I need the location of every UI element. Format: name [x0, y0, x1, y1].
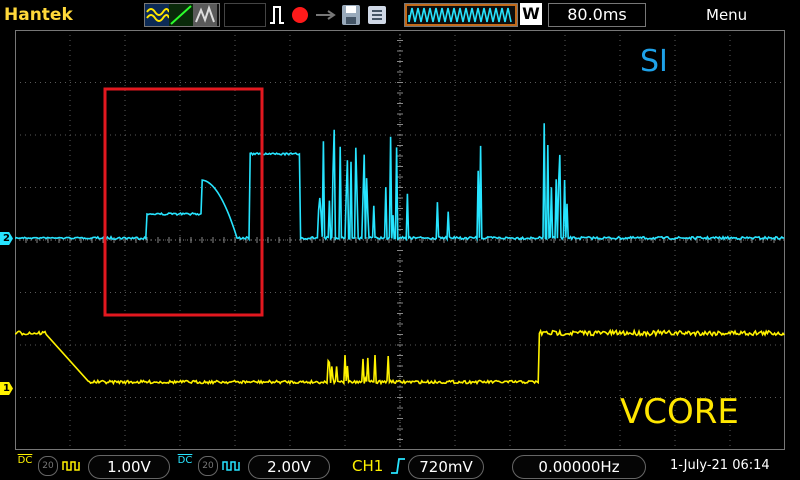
run-status-icons — [270, 5, 386, 25]
top-bar: Hantek W 80.0ms Menu — [0, 0, 800, 30]
frequency-counter: 0.00000Hz — [512, 455, 646, 479]
timebase-value[interactable]: 80.0ms — [548, 3, 646, 27]
record-icon[interactable] — [292, 7, 308, 23]
ch2-coupling-badge[interactable]: DC — [176, 456, 194, 474]
ch2-bw-text: 20 — [202, 461, 214, 471]
vcore-label: VCORE — [620, 392, 739, 432]
bottom-bar: DC 20 1.00V DC 20 2.00V CH1 720mV 0.0000… — [0, 450, 800, 480]
ch1-marker[interactable]: 1 — [0, 382, 13, 395]
peak-detect-icon[interactable] — [169, 4, 193, 26]
rising-edge-icon[interactable] — [390, 457, 406, 475]
ch2-marker[interactable]: 2 — [0, 232, 13, 245]
memory-depth-wave-icon[interactable] — [404, 3, 518, 27]
ch1-coupling-badge[interactable]: DC — [16, 456, 34, 474]
ch2-volts-div[interactable]: 2.00V — [248, 455, 330, 479]
ch1-bw-text: 20 — [42, 461, 54, 471]
trigger-level[interactable]: 720mV — [408, 455, 484, 479]
annotation-box — [103, 87, 264, 317]
settings-icon[interactable] — [368, 6, 386, 24]
graticule-grid — [14, 29, 786, 451]
ch1-bw-limit-badge[interactable]: 20 — [38, 456, 58, 476]
ch1-marker-label: 1 — [3, 383, 10, 394]
waveform-plot — [14, 29, 786, 451]
ch1-coupling-text: DC — [17, 455, 33, 466]
usb-icon — [316, 10, 336, 20]
trigger-edge-icon[interactable] — [270, 6, 284, 24]
ch2-coupling-text: DC — [177, 455, 193, 466]
trigger-source[interactable]: CH1 — [352, 455, 383, 477]
ch2-bw-limit-badge[interactable]: 20 — [198, 456, 218, 476]
brand-logo: Hantek — [4, 5, 73, 25]
ch1-volts-div[interactable]: 1.00V — [88, 455, 170, 479]
status-slot — [224, 3, 266, 27]
average-wave-icon[interactable] — [145, 4, 169, 26]
ch2-wave-icon — [222, 461, 240, 471]
hi-res-icon[interactable] — [193, 4, 217, 26]
waveform-display: SI VCORE — [14, 29, 786, 451]
si-label: SI — [640, 44, 668, 79]
datetime: 1-July-21 06:14 — [670, 458, 770, 473]
menu-button[interactable]: Menu — [706, 3, 747, 27]
ch2-marker-label: 2 — [3, 233, 10, 244]
acquire-mode-icons[interactable] — [144, 3, 220, 27]
ch1-wave-icon — [62, 461, 80, 471]
save-icon[interactable] — [342, 5, 360, 25]
timebase-mode-indicator[interactable]: W — [520, 3, 542, 25]
